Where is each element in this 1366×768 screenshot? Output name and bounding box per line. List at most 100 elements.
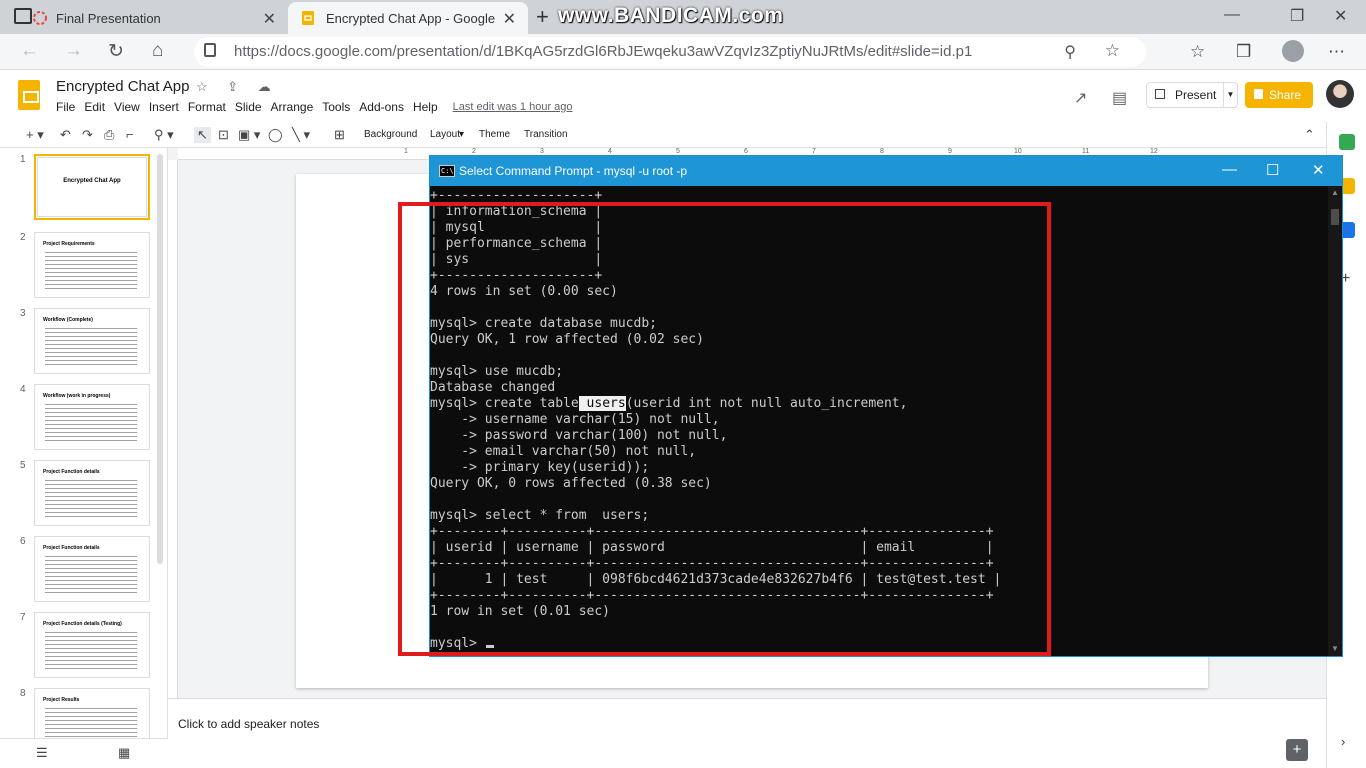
cmd-close-icon[interactable]: ✕ xyxy=(1312,161,1325,179)
close-tab-icon[interactable]: ✕ xyxy=(263,9,276,29)
thumbnail-title: Encrypted Chat App xyxy=(63,178,121,184)
slide-number: 4 xyxy=(20,384,26,395)
thumbnail-title: Workflow (work in progress) xyxy=(43,393,111,399)
paint-format-icon[interactable]: ⌐ xyxy=(126,127,134,142)
last-edit-link[interactable]: Last edit was 1 hour ago xyxy=(453,101,573,114)
scroll-up-icon[interactable]: ▲ xyxy=(1331,188,1339,197)
expand-panel-icon[interactable]: › xyxy=(1341,734,1345,749)
profile-avatar[interactable] xyxy=(1282,40,1304,62)
layout-chevron-icon[interactable]: ▾ xyxy=(459,129,464,140)
account-avatar[interactable] xyxy=(1326,80,1354,108)
menu-view[interactable]: View xyxy=(114,100,140,114)
comments-icon[interactable]: ▤ xyxy=(1112,88,1127,108)
favorites-icon[interactable]: ☆ xyxy=(1190,42,1205,62)
menu-format[interactable]: Format xyxy=(188,100,226,114)
console-line: | userid | username | password | email | xyxy=(430,540,994,555)
slide-filmstrip: 1 Encrypted Chat App 2 Project Requireme… xyxy=(0,148,168,738)
collections-icon[interactable]: ❒ xyxy=(1236,42,1251,62)
minimize-icon[interactable]: — xyxy=(1224,6,1240,24)
menu-tools[interactable]: Tools xyxy=(322,100,350,114)
restore-icon[interactable]: ❐ xyxy=(1290,6,1304,26)
scrollbar-thumb[interactable] xyxy=(1331,209,1339,225)
add-favorite-icon[interactable]: ☆ xyxy=(1105,41,1120,61)
menu-edit[interactable]: Edit xyxy=(84,100,105,114)
scroll-down-icon[interactable]: ▼ xyxy=(1331,644,1339,653)
slide-thumbnail[interactable]: Project Requirements xyxy=(34,232,150,298)
menu-arrange[interactable]: Arrange xyxy=(271,100,314,114)
new-tab-icon[interactable]: + xyxy=(536,4,549,30)
search-icon[interactable]: ⚲ xyxy=(1064,42,1076,62)
console-line: +--------------------+ xyxy=(430,268,603,283)
console-line: mysql> create database mucdb; xyxy=(430,316,657,331)
console-text: mysql> create table xyxy=(430,396,579,411)
back-icon[interactable]: ← xyxy=(20,40,39,62)
slide-thumbnail[interactable]: Project Results xyxy=(34,688,150,738)
theme-button[interactable]: Theme xyxy=(479,129,510,140)
slide-number: 5 xyxy=(20,460,26,471)
forward-icon[interactable]: → xyxy=(64,40,83,62)
cmd-minimize-icon[interactable]: — xyxy=(1222,161,1237,178)
undo-icon[interactable]: ↶ xyxy=(60,127,71,143)
background-button[interactable]: Background xyxy=(364,129,417,140)
add-notes-icon[interactable]: + xyxy=(1286,739,1308,761)
grid-view-icon[interactable]: ▦ xyxy=(118,745,130,761)
cmd-maximize-icon[interactable]: ☐ xyxy=(1266,161,1279,179)
share-button[interactable]: Share xyxy=(1245,82,1313,108)
home-icon[interactable]: ⌂ xyxy=(152,40,163,62)
new-slide-icon[interactable]: + ▾ xyxy=(26,127,44,143)
slides-logo-icon[interactable] xyxy=(18,80,40,110)
address-bar[interactable]: https://docs.google.com/presentation/d/1… xyxy=(194,37,1146,67)
slide-thumbnail[interactable]: Workflow (Complete) xyxy=(34,308,150,374)
menu-file[interactable]: File xyxy=(56,100,75,114)
slide-thumbnail[interactable]: Project Function details (Testing) xyxy=(34,612,150,678)
selected-text[interactable]: users xyxy=(578,396,626,411)
cmd-scrollbar[interactable]: ▲ ▼ xyxy=(1328,186,1342,656)
transition-button[interactable]: Transition xyxy=(524,129,568,140)
comment-icon[interactable]: ⊞ xyxy=(334,127,345,143)
text-box-icon[interactable]: ⊡ xyxy=(218,127,229,143)
collapse-icon[interactable]: ⌃ xyxy=(1304,127,1315,143)
menu-addons[interactable]: Add-ons xyxy=(359,100,404,114)
filmstrip-scrollbar[interactable] xyxy=(157,154,163,564)
layout-button[interactable]: Layout xyxy=(430,129,460,140)
sheets-icon[interactable] xyxy=(1339,134,1355,150)
tab-final-presentation[interactable]: Final Presentation ✕ xyxy=(0,2,288,34)
slide-thumbnail[interactable]: Project Function details xyxy=(34,536,150,602)
menu-slide[interactable]: Slide xyxy=(235,100,262,114)
menu-insert[interactable]: Insert xyxy=(149,100,179,114)
cmd-title-bar[interactable]: C:\ Select Command Prompt - mysql -u roo… xyxy=(430,156,1342,186)
speaker-notes[interactable]: Click to add speaker notes + xyxy=(168,698,1326,768)
cmd-console-output[interactable]: +--------------------+ | information_sch… xyxy=(430,186,1328,656)
more-options-icon[interactable]: ⋯ xyxy=(1328,42,1345,62)
print-icon[interactable]: ⎙ xyxy=(104,127,114,143)
activity-icon[interactable]: ↗ xyxy=(1074,88,1087,108)
menu-help[interactable]: Help xyxy=(413,100,438,114)
line-icon[interactable]: ╲ ▾ xyxy=(292,127,310,143)
command-prompt-window[interactable]: C:\ Select Command Prompt - mysql -u roo… xyxy=(429,155,1343,657)
image-icon[interactable]: ▣ ▾ xyxy=(238,127,260,143)
ruler-tick: 4 xyxy=(608,148,612,155)
refresh-icon[interactable]: ↻ xyxy=(108,40,124,63)
url-text[interactable]: https://docs.google.com/presentation/d/1… xyxy=(234,43,972,60)
filmstrip-view-icon[interactable]: ☰ xyxy=(36,745,48,761)
star-icon[interactable]: ☆ ⇪ ☁ xyxy=(196,79,279,95)
select-icon[interactable]: ↖ xyxy=(194,127,211,143)
shape-icon[interactable]: ◯ xyxy=(268,127,283,143)
tab-label: Final Presentation xyxy=(56,10,161,26)
slide-number: 6 xyxy=(20,536,26,547)
notes-placeholder[interactable]: Click to add speaker notes xyxy=(178,717,319,731)
close-window-icon[interactable]: ✕ xyxy=(1334,6,1347,26)
close-tab-icon[interactable]: ✕ xyxy=(503,9,516,29)
present-button[interactable]: Present ▼ xyxy=(1146,82,1238,108)
tab-encrypted-chat-app[interactable]: Encrypted Chat App - Google Sli ✕ xyxy=(288,2,528,34)
slide-thumbnail[interactable]: Workflow (work in progress) xyxy=(34,384,150,450)
redo-icon[interactable]: ↷ xyxy=(82,127,93,143)
lock-icon[interactable] xyxy=(204,43,216,57)
document-title[interactable]: Encrypted Chat App xyxy=(56,78,189,95)
console-prompt-line[interactable]: mysql> xyxy=(430,636,1328,652)
zoom-icon[interactable]: ⚲ ▾ xyxy=(154,127,174,143)
slide-thumbnail[interactable]: Project Function details xyxy=(34,460,150,526)
slide-thumbnail[interactable]: Encrypted Chat App xyxy=(34,154,150,220)
chevron-down-icon[interactable]: ▼ xyxy=(1223,83,1237,107)
